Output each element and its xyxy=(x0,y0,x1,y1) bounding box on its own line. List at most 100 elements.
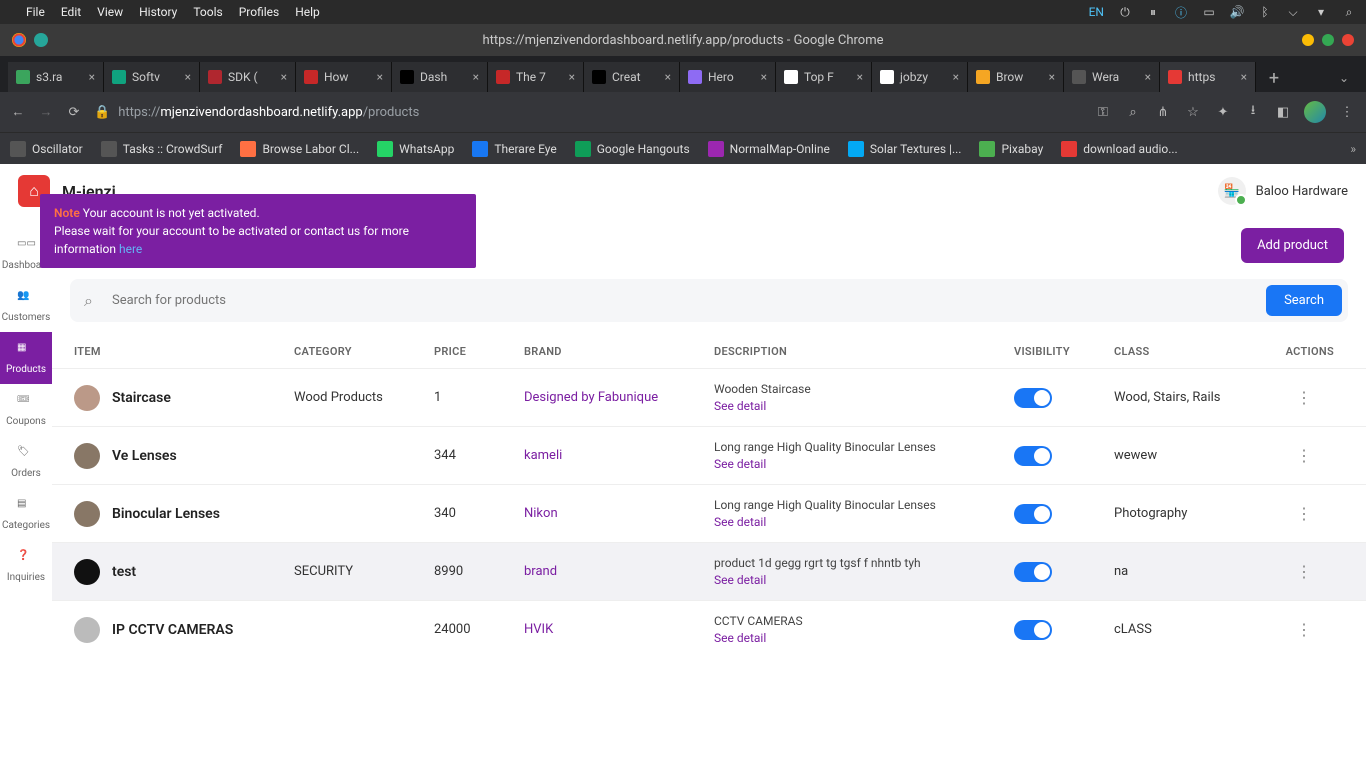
sidebar-item-products[interactable]: ▦Products xyxy=(0,332,52,384)
cell-brand[interactable]: kameli xyxy=(524,448,714,463)
browser-tab[interactable]: Hero× xyxy=(680,62,776,92)
add-product-button[interactable]: Add product xyxy=(1241,228,1344,263)
browser-tab[interactable]: The 7× xyxy=(488,62,584,92)
share-icon[interactable]: ⋔ xyxy=(1154,103,1172,121)
menu-tools[interactable]: Tools xyxy=(193,5,222,19)
reload-button[interactable]: ⟳ xyxy=(66,104,82,120)
cell-brand[interactable]: Nikon xyxy=(524,506,714,521)
browser-tab[interactable]: Brow× xyxy=(968,62,1064,92)
search-input[interactable] xyxy=(112,285,1256,316)
tab-close-icon[interactable]: × xyxy=(185,70,191,84)
row-actions-button[interactable]: ⋮ xyxy=(1274,620,1334,639)
menu-icon[interactable]: ⋮ xyxy=(1338,103,1356,121)
menu-history[interactable]: History xyxy=(139,5,177,19)
see-detail-link[interactable]: See detail xyxy=(714,630,1014,647)
wifi-icon[interactable]: ⌵ xyxy=(1286,5,1300,19)
cell-brand[interactable]: HVIK xyxy=(524,622,714,637)
visibility-toggle[interactable] xyxy=(1014,446,1052,466)
table-row[interactable]: Ve Lenses 344 kameli Long range High Qua… xyxy=(52,426,1366,484)
sidebar-item-orders[interactable]: 🏷Orders xyxy=(0,436,52,488)
back-button[interactable]: ← xyxy=(10,104,26,120)
browser-tab[interactable]: Dash× xyxy=(392,62,488,92)
bookmark-item[interactable]: NormalMap-Online xyxy=(708,141,830,157)
tab-close-icon[interactable]: × xyxy=(1145,70,1151,84)
browser-tab[interactable]: Top F× xyxy=(776,62,872,92)
volume-icon[interactable]: 🔊 xyxy=(1230,5,1244,19)
tab-overflow-button[interactable]: ⌄ xyxy=(1330,64,1358,92)
cell-brand[interactable]: brand xyxy=(524,564,714,579)
maximize-button[interactable] xyxy=(1322,34,1334,46)
browser-tab[interactable]: Creat× xyxy=(584,62,680,92)
bookmark-item[interactable]: Tasks :: CrowdSurf xyxy=(101,141,223,157)
tab-close-icon[interactable]: × xyxy=(1241,70,1247,84)
profile-avatar[interactable] xyxy=(1304,101,1326,123)
browser-tab[interactable]: SDK (× xyxy=(200,62,296,92)
tab-close-icon[interactable]: × xyxy=(953,70,959,84)
visibility-toggle[interactable] xyxy=(1014,388,1052,408)
see-detail-link[interactable]: See detail xyxy=(714,398,1014,415)
see-detail-link[interactable]: See detail xyxy=(714,514,1014,531)
see-detail-link[interactable]: See detail xyxy=(714,572,1014,589)
search-icon[interactable]: ⌕ xyxy=(1342,5,1356,19)
download-icon[interactable]: ⭳ xyxy=(1244,103,1262,121)
extensions-icon[interactable]: ✦ xyxy=(1214,103,1232,121)
forward-button[interactable]: → xyxy=(38,104,54,120)
bookmark-item[interactable]: download audio... xyxy=(1061,141,1177,157)
tab-close-icon[interactable]: × xyxy=(281,70,287,84)
row-actions-button[interactable]: ⋮ xyxy=(1274,504,1334,523)
tab-close-icon[interactable]: × xyxy=(1049,70,1055,84)
cell-brand[interactable]: Designed by Fabunique xyxy=(524,390,714,405)
browser-tab[interactable]: s3.ra× xyxy=(8,62,104,92)
clipboard-icon[interactable]: ▭ xyxy=(1202,5,1216,19)
bookmarks-overflow-icon[interactable]: » xyxy=(1350,142,1356,156)
search-button[interactable]: Search xyxy=(1266,285,1342,316)
visibility-toggle[interactable] xyxy=(1014,504,1052,524)
star-icon[interactable]: ☆ xyxy=(1184,103,1202,121)
visibility-toggle[interactable] xyxy=(1014,562,1052,582)
sidepanel-icon[interactable]: ◧ xyxy=(1274,103,1292,121)
row-actions-button[interactable]: ⋮ xyxy=(1274,446,1334,465)
visibility-toggle[interactable] xyxy=(1014,620,1052,640)
menu-view[interactable]: View xyxy=(97,5,123,19)
store-badge[interactable]: 🏪 Baloo Hardware xyxy=(1218,177,1348,205)
sidebar-item-customers[interactable]: 👥Customers xyxy=(0,280,52,332)
bookmark-item[interactable]: Solar Textures |... xyxy=(848,141,962,157)
tab-close-icon[interactable]: × xyxy=(569,70,575,84)
menu-help[interactable]: Help xyxy=(295,5,320,19)
tab-close-icon[interactable]: × xyxy=(857,70,863,84)
power-icon[interactable]: ⏻ xyxy=(1118,5,1132,19)
key-icon[interactable]: ⚿ xyxy=(1094,103,1112,121)
browser-tab[interactable]: https× xyxy=(1160,62,1256,92)
zoom-icon[interactable]: ⌕ xyxy=(1124,103,1142,121)
bookmark-item[interactable]: Google Hangouts xyxy=(575,141,690,157)
bookmark-item[interactable]: Pixabay xyxy=(979,141,1043,157)
sidebar-item-inquiries[interactable]: ❓Inquiries xyxy=(0,540,52,592)
lang-indicator[interactable]: EN xyxy=(1089,5,1104,19)
menu-profiles[interactable]: Profiles xyxy=(239,5,280,19)
bluetooth-icon[interactable]: ᛒ xyxy=(1258,5,1272,19)
tab-close-icon[interactable]: × xyxy=(761,70,767,84)
bookmark-item[interactable]: Therare Eye xyxy=(472,141,556,157)
table-row[interactable]: test SECURITY 8990 brand product 1d gegg… xyxy=(52,542,1366,600)
close-window-button[interactable] xyxy=(1342,34,1354,46)
browser-tab[interactable]: Softv× xyxy=(104,62,200,92)
browser-tab[interactable]: jobzy× xyxy=(872,62,968,92)
bookmark-item[interactable]: WhatsApp xyxy=(377,141,454,157)
tab-close-icon[interactable]: × xyxy=(473,70,479,84)
bookmark-item[interactable]: Browse Labor Cl... xyxy=(240,141,359,157)
bookmark-item[interactable]: Oscillator xyxy=(10,141,83,157)
pause-icon[interactable]: ⏸ xyxy=(1146,5,1160,19)
sidebar-item-categories[interactable]: ▤Categories xyxy=(0,488,52,540)
table-row[interactable]: Staircase Wood Products 1 Designed by Fa… xyxy=(52,368,1366,426)
tab-close-icon[interactable]: × xyxy=(665,70,671,84)
info-icon[interactable]: ⓘ xyxy=(1174,5,1188,19)
see-detail-link[interactable]: See detail xyxy=(714,456,1014,473)
browser-tab[interactable]: How× xyxy=(296,62,392,92)
notice-here-link[interactable]: here xyxy=(119,242,142,256)
minimize-button[interactable] xyxy=(1302,34,1314,46)
tab-close-icon[interactable]: × xyxy=(89,70,95,84)
table-row[interactable]: IP CCTV CAMERAS 24000 HVIK CCTV CAMERASS… xyxy=(52,600,1366,658)
table-row[interactable]: Binocular Lenses 340 Nikon Long range Hi… xyxy=(52,484,1366,542)
browser-tab[interactable]: Wera× xyxy=(1064,62,1160,92)
new-tab-button[interactable]: + xyxy=(1260,64,1288,92)
